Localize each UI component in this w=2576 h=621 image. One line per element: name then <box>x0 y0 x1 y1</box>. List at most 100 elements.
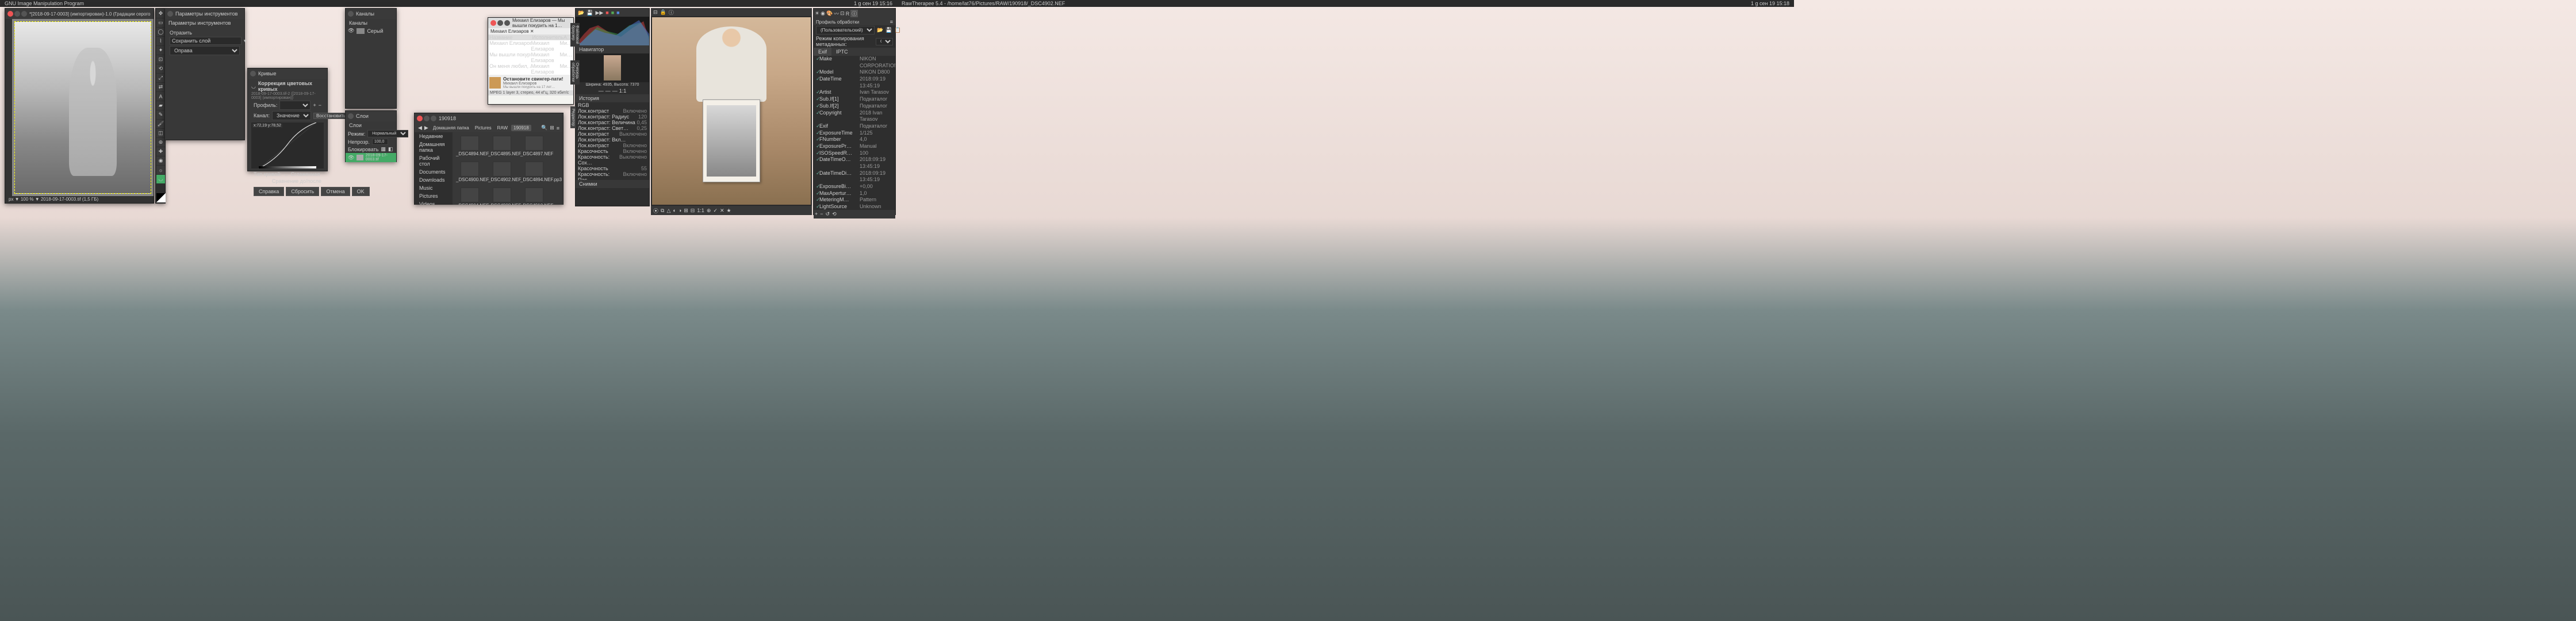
lock-pixels-icon[interactable]: ▦ <box>381 146 386 152</box>
tool-options-tab[interactable]: Параметры инструментов <box>165 19 244 27</box>
fm-grid[interactable]: _DSC4894.NEF_DSC4895.NEF_DSC4897.NEF_DSC… <box>453 132 563 205</box>
snapshots-header[interactable]: Снимки <box>576 180 649 188</box>
rotate-tool[interactable]: ⟲ <box>156 64 165 73</box>
frame-select[interactable]: Оправа <box>170 46 240 55</box>
load-profile-icon[interactable]: 📂 <box>877 27 883 33</box>
help-button[interactable]: Справка <box>254 187 284 196</box>
exif-row[interactable]: ✓Sub.If[1]Подкаталог <box>814 96 895 103</box>
save-icon[interactable]: 💾 <box>586 10 593 16</box>
gimp-titlebar[interactable]: *[2018-09-17-0003] (импортирован)-1.0 (Г… <box>5 9 154 19</box>
close-icon[interactable] <box>348 113 354 119</box>
exif-row[interactable]: ✓MeteringM…Pattern <box>814 197 895 204</box>
ellipse-select-tool[interactable]: ◯ <box>156 28 165 36</box>
history-list[interactable]: RGBЛок.контрастВключеноЛок.контраст: Рад… <box>576 102 649 180</box>
history-item[interactable]: Красочность: Сох…Выключено <box>576 154 649 166</box>
toolbar-button[interactable]: ★ <box>727 208 731 214</box>
eye-icon[interactable]: 👁 <box>348 155 354 161</box>
exif-row[interactable]: ✓FNumber4,0 <box>814 136 895 143</box>
tab-queue[interactable]: Очередь обработки <box>570 60 580 85</box>
history-item[interactable]: Лок.контрастВыключено <box>576 131 649 137</box>
track-row[interactable]: Михаил ЕлизаровМихаил ЕлизаровМи… <box>488 40 573 52</box>
info-icon[interactable]: ⓘ <box>669 9 674 16</box>
close-icon[interactable] <box>490 20 496 26</box>
exif-row[interactable]: ✓DateTimeDi…2018:09:19 13:45:19 <box>814 170 895 183</box>
toolbar-button[interactable]: ◑ <box>678 208 681 213</box>
exif-row[interactable]: ✓ExifПодкаталог <box>814 123 895 130</box>
remove-tag-icon[interactable]: − <box>820 211 823 217</box>
file-item[interactable]: _DSC4897.NEF <box>520 136 548 157</box>
compare-link[interactable]: Сравнение до/после <box>272 178 321 184</box>
detail-icon[interactable]: ◉ <box>821 10 825 17</box>
crop-tool[interactable]: ⊡ <box>156 55 165 64</box>
sidebar-item[interactable]: Недавние <box>415 132 453 140</box>
toolbar-button[interactable]: ⊞ <box>684 208 688 214</box>
profile-select[interactable]: (Пользовательский) <box>816 26 875 34</box>
fwd-icon[interactable]: ▶ <box>424 125 428 131</box>
toolbar-button[interactable]: ⧉ <box>661 208 664 214</box>
exif-list[interactable]: ✓MakeNIKON CORPORATION✓ModelNIKON D800✓D… <box>814 56 895 210</box>
navigator-thumb[interactable] <box>576 53 649 82</box>
exif-tab[interactable]: Exif <box>814 48 831 56</box>
copy-profile-icon[interactable]: 📋 <box>894 27 900 33</box>
meta-mode-select[interactable]: Сох… <box>876 38 893 45</box>
clone-tool[interactable]: ⊛ <box>156 138 165 147</box>
history-item[interactable]: RGB <box>576 102 649 108</box>
toolbar-button[interactable]: 1:1 <box>697 208 704 213</box>
eye-icon[interactable]: 👁 <box>348 28 354 34</box>
toolbar-button[interactable]: △ <box>666 208 670 214</box>
max-icon[interactable] <box>21 11 27 17</box>
min-icon[interactable] <box>14 11 20 17</box>
sidebar-item[interactable]: Music <box>415 184 453 192</box>
rt-preview[interactable]: ⊟🔒ⓘ ⦿⧉△◐◑⊞⊟1:1⊕✓✕★ <box>651 8 812 215</box>
fuzzy-select-tool[interactable]: ✦ <box>156 46 165 55</box>
track-row[interactable]: Он меня любил, любила я…Михаил ЕлизаровМ… <box>488 63 573 75</box>
profile-menu-icon[interactable]: ≡ <box>890 19 893 25</box>
rect-select-tool[interactable]: ▭ <box>156 18 165 27</box>
layer-row[interactable]: 👁2018-09-17-0003.tif <box>346 153 396 162</box>
exif-row[interactable]: ✓Copyright2018 Ivan Tarasov <box>814 110 895 123</box>
color-icon[interactable]: 🎨 <box>826 10 833 17</box>
exif-row[interactable]: ✓MakeNIKON CORPORATION <box>814 56 895 69</box>
dodge-tool[interactable]: ☼ <box>156 166 165 174</box>
history-item[interactable]: Лок.контрастВключено <box>576 108 649 114</box>
flip-tool[interactable]: ⇄ <box>156 83 165 91</box>
histogram[interactable] <box>576 17 649 45</box>
file-item[interactable]: _DSC4900.NEF <box>456 162 484 183</box>
file-item[interactable]: _DSC4902.NEF <box>488 162 516 183</box>
reset-channel-button[interactable]: Восстановить <box>313 113 348 119</box>
before-after-icon[interactable]: ⊟ <box>653 9 658 16</box>
history-item[interactable]: Лок.контраст: Свет…0,25 <box>576 125 649 131</box>
history-item[interactable]: Лок.контраст: Величина0,45 <box>576 120 649 125</box>
exif-row[interactable]: ✓ArtistIvan Tarasov <box>814 89 895 96</box>
sidebar-item[interactable]: Домашняя папка <box>415 140 453 154</box>
history-item[interactable]: Красочность: Пас…Включено <box>576 171 649 180</box>
toolbar-button[interactable]: ⦿ <box>653 207 658 214</box>
lock-alpha-icon[interactable]: ◧ <box>388 146 393 152</box>
curve-editor[interactable]: x:72,19 y:78,52 <box>251 122 324 168</box>
close-icon[interactable] <box>417 116 423 121</box>
ok-button[interactable]: OK <box>352 187 370 196</box>
exif-row[interactable]: ✓ExposureBi…+0,00 <box>814 183 895 190</box>
breadcrumb[interactable]: Домашняя папкаPicturesRAW190918 <box>431 125 539 131</box>
transform-icon[interactable]: ⊡ <box>840 10 845 17</box>
toolbar-button[interactable]: ✓ <box>713 208 718 214</box>
toolbar-button[interactable]: ⊕ <box>707 208 711 214</box>
curves-tool[interactable]: ◡ <box>156 175 165 183</box>
sidebar-item[interactable]: Downloads <box>415 176 453 184</box>
sidebar-item[interactable]: Documents <box>415 168 453 176</box>
history-item[interactable]: Лок.контраст: Вкл… <box>576 137 649 143</box>
canvas[interactable] <box>12 19 154 196</box>
toolbar-button[interactable]: ⊟ <box>691 208 695 214</box>
curve-type-icon[interactable]: ◡ <box>284 171 289 177</box>
history-item[interactable]: Красочность55 <box>576 166 649 171</box>
reset-all-icon[interactable]: ⟲ <box>832 211 837 217</box>
exif-row[interactable]: ✓ISOSpeedR…100 <box>814 150 895 157</box>
crumb[interactable]: Pictures <box>473 125 494 131</box>
queue-icon[interactable]: ▶▶ <box>595 10 603 16</box>
scale-tool[interactable]: ⤢ <box>156 74 165 82</box>
channel-select[interactable]: Значение <box>272 111 311 120</box>
brush-tool[interactable]: 🖌 <box>156 120 165 128</box>
sidebar-item[interactable]: Рабочий стол <box>415 154 453 168</box>
toolbar-button[interactable]: ✕ <box>720 208 724 214</box>
move-tool[interactable]: ✥ <box>156 9 165 18</box>
